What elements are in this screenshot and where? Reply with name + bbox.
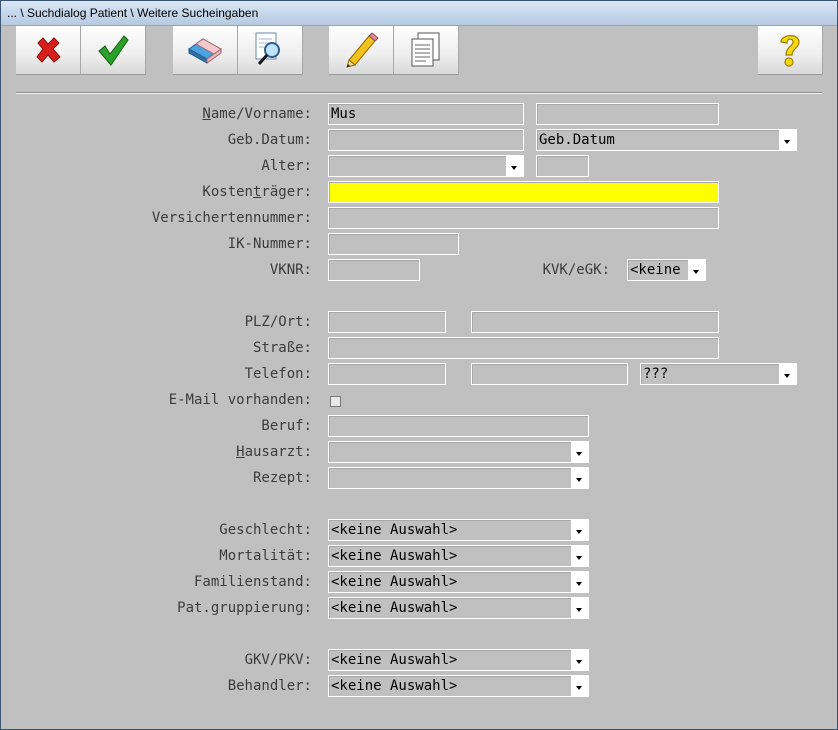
ik-nummer-label: IK-Nummer: (227, 236, 312, 252)
patgruppierung-value: <keine Auswahl> (331, 600, 458, 616)
alter-input[interactable] (536, 155, 589, 177)
rezept-select[interactable] (328, 467, 589, 489)
name-label: Name/Vorname: (202, 106, 312, 122)
chevron-down-icon[interactable] (779, 130, 796, 150)
behandler-select[interactable]: <keine Auswahl> (328, 675, 589, 697)
kvk-value: <keine (630, 262, 681, 278)
familienstand-label: Familienstand: (193, 574, 312, 590)
chevron-down-icon[interactable] (571, 520, 588, 540)
eraser-button[interactable] (173, 26, 238, 75)
kostentraeger-input[interactable] (328, 181, 719, 203)
alter-label: Alter: (261, 158, 312, 174)
gebdatum-mode-select[interactable]: Geb.Datum (536, 129, 797, 151)
beruf-input[interactable] (328, 415, 589, 437)
gkv-pkv-select[interactable]: <keine Auswahl> (328, 649, 589, 671)
magnifier-document-icon (255, 32, 280, 65)
email-checkbox[interactable] (330, 396, 341, 407)
chevron-down-icon[interactable] (571, 676, 588, 696)
telefon-label: Telefon: (244, 366, 312, 382)
chevron-down-icon[interactable] (571, 442, 588, 462)
telefon-type-select[interactable]: ??? (640, 363, 797, 385)
plz-input[interactable] (328, 311, 446, 333)
name-label-accelerator: N (202, 106, 211, 122)
familienstand-value: <keine Auswahl> (331, 574, 458, 590)
ok-button[interactable] (81, 26, 146, 75)
versichertennummer-input[interactable] (328, 207, 719, 229)
help-button[interactable] (758, 26, 823, 75)
gebdatum-mode-value: Geb.Datum (539, 132, 615, 148)
red-x-icon (36, 37, 61, 63)
name-label-text: ame/Vorname: (210, 106, 312, 122)
geschlecht-label: Geschlecht: (219, 522, 312, 538)
email-label: E-Mail vorhanden: (168, 392, 312, 408)
gebdatum-label: Geb.Datum: (227, 132, 312, 148)
telefon-nummer-input[interactable] (471, 363, 628, 385)
kvk-select[interactable]: <keine (627, 259, 706, 281)
kostentraeger-label-post: räger: (261, 184, 312, 200)
edit-button[interactable] (329, 26, 394, 75)
eraser-icon (188, 38, 222, 64)
cancel-button[interactable] (16, 26, 81, 75)
title-bar[interactable]: ... \ Suchdialog Patient \ Weitere Suche… (1, 1, 837, 26)
patgruppierung-select[interactable]: <keine Auswahl> (328, 597, 589, 619)
behandler-label: Behandler: (227, 678, 312, 694)
mortalitaet-label: Mortalität: (219, 548, 312, 564)
geschlecht-value: <keine Auswahl> (331, 522, 458, 538)
documents-icon (411, 32, 440, 67)
hausarzt-select[interactable] (328, 441, 589, 463)
gkv-pkv-label: GKV/PKV: (244, 652, 312, 668)
gkv-pkv-value: <keine Auswahl> (331, 652, 458, 668)
vknr-label: VKNR: (269, 262, 312, 278)
chevron-down-icon[interactable] (571, 468, 588, 488)
chevron-down-icon[interactable] (506, 156, 523, 176)
chevron-down-icon[interactable] (571, 650, 588, 670)
vknr-input[interactable] (328, 259, 420, 281)
chevron-down-icon[interactable] (571, 572, 588, 592)
behandler-value: <keine Auswahl> (331, 678, 458, 694)
chevron-down-icon[interactable] (571, 546, 588, 566)
toolbar-separator (16, 92, 822, 94)
kvk-label: KVK/eGK: (542, 262, 610, 278)
yellow-question-icon (780, 35, 800, 67)
vorname-input[interactable] (536, 103, 719, 125)
patgruppierung-label: Pat.gruppierung: (177, 600, 312, 616)
strasse-label: Straße: (252, 340, 312, 356)
geschlecht-select[interactable]: <keine Auswahl> (328, 519, 589, 541)
kostentraeger-label-pre: Kosten (202, 184, 253, 200)
alter-select[interactable] (328, 155, 524, 177)
versichertennummer-label: Versichertennummer: (151, 210, 312, 226)
green-check-icon (98, 35, 129, 66)
copy-button[interactable] (394, 26, 459, 75)
window-title: ... \ Suchdialog Patient \ Weitere Suche… (7, 6, 259, 20)
telefon-vorwahl-input[interactable] (328, 363, 446, 385)
dialog-window: ... \ Suchdialog Patient \ Weitere Suche… (0, 0, 838, 730)
gebdatum-input[interactable] (328, 129, 524, 151)
pencil-icon (346, 32, 379, 68)
hausarzt-label-accelerator: H (236, 444, 245, 460)
chevron-down-icon[interactable] (779, 364, 796, 384)
rezept-label: Rezept: (252, 470, 312, 486)
ort-input[interactable] (471, 311, 719, 333)
dialog-client: Name/Vorname: Mus Geb.Datum: Geb.Datum A… (6, 26, 832, 723)
chevron-down-icon[interactable] (571, 598, 588, 618)
hausarzt-label: Hausarzt: (236, 444, 312, 460)
search-document-button[interactable] (238, 26, 303, 75)
plz-ort-label: PLZ/Ort: (244, 314, 312, 330)
name-input[interactable]: Mus (328, 103, 524, 125)
hausarzt-label-text: ausarzt: (244, 444, 312, 460)
chevron-down-icon[interactable] (688, 260, 705, 280)
mortalitaet-select[interactable]: <keine Auswahl> (328, 545, 589, 567)
kostentraeger-label: Kostenträger: (202, 184, 312, 200)
familienstand-select[interactable]: <keine Auswahl> (328, 571, 589, 593)
mortalitaet-value: <keine Auswahl> (331, 548, 458, 564)
telefon-type-value: ??? (643, 366, 669, 382)
ik-nummer-input[interactable] (328, 233, 459, 255)
beruf-label: Beruf: (261, 418, 312, 434)
strasse-input[interactable] (328, 337, 719, 359)
